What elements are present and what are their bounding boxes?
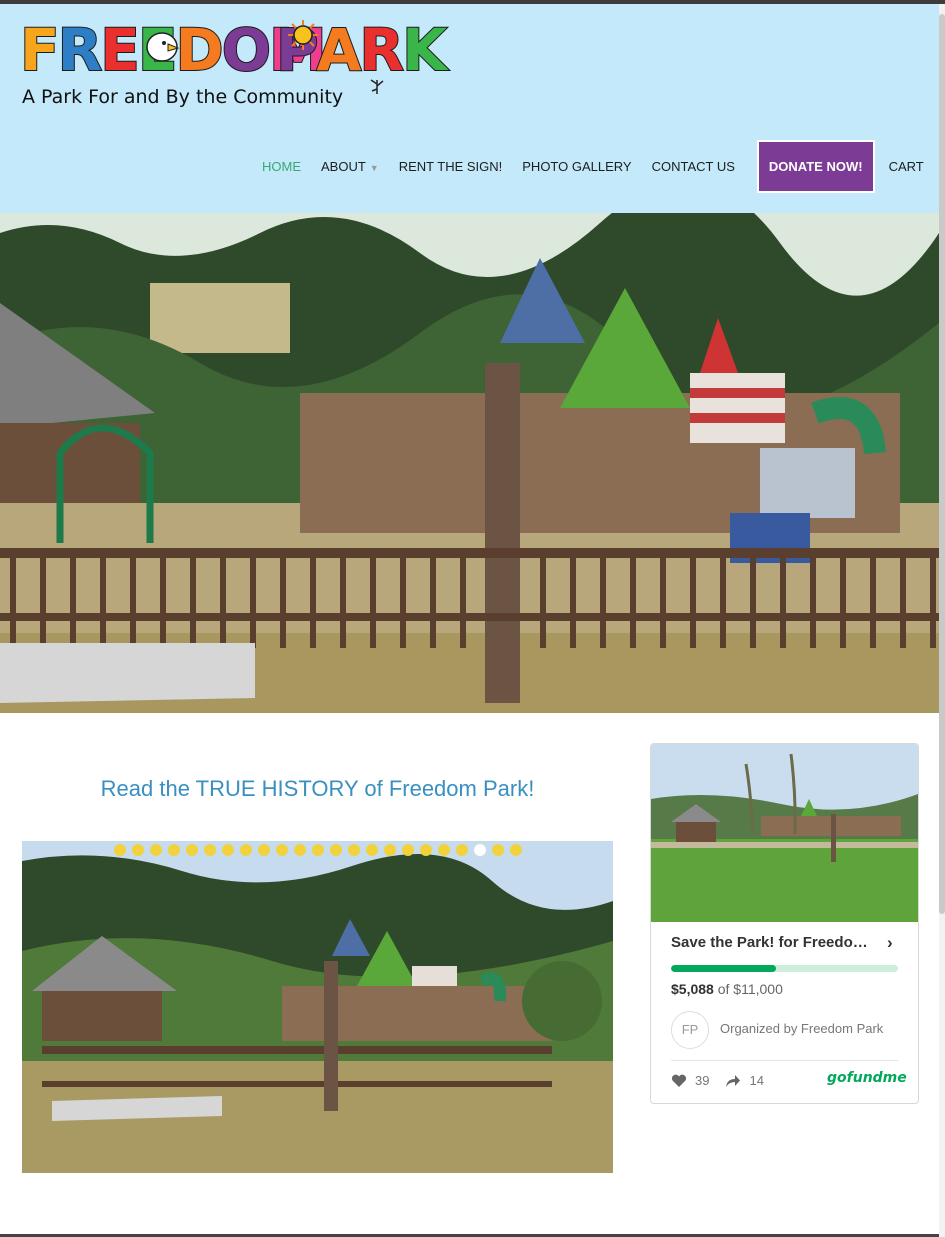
slider-dot[interactable] bbox=[366, 844, 378, 856]
slider-dot[interactable] bbox=[204, 844, 216, 856]
slider-dot[interactable] bbox=[132, 844, 144, 856]
nav-contact-us[interactable]: CONTACT US bbox=[642, 159, 745, 174]
logo-letter: R bbox=[57, 15, 104, 85]
nav-cart[interactable]: CART bbox=[879, 159, 934, 174]
gofundme-logo[interactable]: gofundme bbox=[827, 1070, 907, 1086]
slider-dot[interactable] bbox=[420, 844, 432, 856]
slider-dot[interactable] bbox=[492, 844, 504, 856]
chevron-right-icon[interactable]: › bbox=[887, 933, 893, 953]
slider-dot[interactable] bbox=[510, 844, 522, 856]
slider-dot[interactable] bbox=[384, 844, 396, 856]
amount-of: of bbox=[717, 981, 730, 997]
gofundme-campaign-photo[interactable] bbox=[651, 744, 918, 922]
logo-letter: A bbox=[316, 15, 363, 85]
slider-dot[interactable] bbox=[186, 844, 198, 856]
logo-letter: F bbox=[19, 15, 61, 85]
logo-letter: O bbox=[221, 15, 272, 85]
plant-icon bbox=[370, 79, 384, 94]
logo-letter: E bbox=[99, 15, 141, 85]
eagle-icon bbox=[146, 32, 180, 62]
amount-goal: $11,000 bbox=[733, 981, 783, 997]
heart-icon[interactable] bbox=[671, 1074, 687, 1088]
slider-dot[interactable] bbox=[402, 844, 414, 856]
slider-dot[interactable] bbox=[258, 844, 270, 856]
amount-raised: $5,088 bbox=[671, 981, 714, 997]
logo-letter: D bbox=[175, 15, 225, 85]
campaign-title[interactable]: Save the Park! for Freedom Park bbox=[671, 934, 881, 951]
shares-count: 14 bbox=[749, 1073, 764, 1088]
page: FREEDOM PARK A Park For and By the Commu… bbox=[0, 0, 945, 1237]
slider-dot[interactable] bbox=[150, 844, 162, 856]
hero-playground-photo bbox=[0, 213, 939, 713]
site-header: FREEDOM PARK A Park For and By the Commu… bbox=[0, 4, 939, 213]
site-tagline: A Park For and By the Community bbox=[22, 86, 344, 108]
slider-dot[interactable] bbox=[330, 844, 342, 856]
donate-button[interactable]: DONATE NOW! bbox=[756, 139, 875, 193]
slider-dot[interactable] bbox=[348, 844, 360, 856]
chevron-down-icon: ▼ bbox=[369, 162, 379, 173]
slider-dot[interactable] bbox=[312, 844, 324, 856]
photo-slider bbox=[22, 841, 613, 1173]
logo-letter: K bbox=[401, 15, 448, 85]
slider-dot[interactable] bbox=[276, 844, 288, 856]
main-nav: HOME ABOUT ▼ RENT THE SIGN! PHOTO GALLERY… bbox=[252, 138, 934, 194]
slider-dot[interactable] bbox=[294, 844, 306, 856]
slider-dot[interactable] bbox=[456, 844, 468, 856]
slider-dot[interactable] bbox=[438, 844, 450, 856]
campaign-amount: $5,088 of $11,000 bbox=[671, 981, 783, 997]
nav-about-label: ABOUT bbox=[321, 158, 366, 174]
campaign-progress-fill bbox=[671, 965, 776, 972]
slider-dots bbox=[114, 844, 528, 856]
share-icon[interactable] bbox=[725, 1074, 741, 1088]
scrollbar-thumb[interactable] bbox=[939, 14, 945, 914]
hearts-count: 39 bbox=[695, 1073, 710, 1088]
slider-dot[interactable] bbox=[222, 844, 234, 856]
slider-dot[interactable] bbox=[168, 844, 180, 856]
slider-dot[interactable] bbox=[240, 844, 252, 856]
slider-dot[interactable] bbox=[114, 844, 126, 856]
campaign-stats: 39 14 bbox=[671, 1073, 770, 1088]
scrollbar-track[interactable] bbox=[939, 4, 945, 1237]
divider bbox=[671, 1060, 898, 1061]
campaign-progress-bar bbox=[671, 965, 898, 972]
nav-about[interactable]: ABOUT ▼ bbox=[311, 159, 389, 174]
gofundme-widget: Save the Park! for Freedom Park › $5,088… bbox=[650, 743, 919, 1104]
slider-dot-active[interactable] bbox=[474, 844, 486, 856]
nav-home[interactable]: HOME bbox=[252, 159, 311, 174]
sun-icon bbox=[288, 20, 318, 50]
nav-photo-gallery[interactable]: PHOTO GALLERY bbox=[512, 159, 641, 174]
history-link[interactable]: Read the TRUE HISTORY of Freedom Park! bbox=[22, 776, 613, 802]
organizer-name: Organized by Freedom Park bbox=[720, 1021, 884, 1036]
site-logo[interactable]: FREEDOM PARK A Park For and By the Commu… bbox=[18, 14, 448, 114]
organizer-avatar: FP bbox=[671, 1011, 709, 1049]
nav-rent-the-sign[interactable]: RENT THE SIGN! bbox=[389, 159, 513, 174]
